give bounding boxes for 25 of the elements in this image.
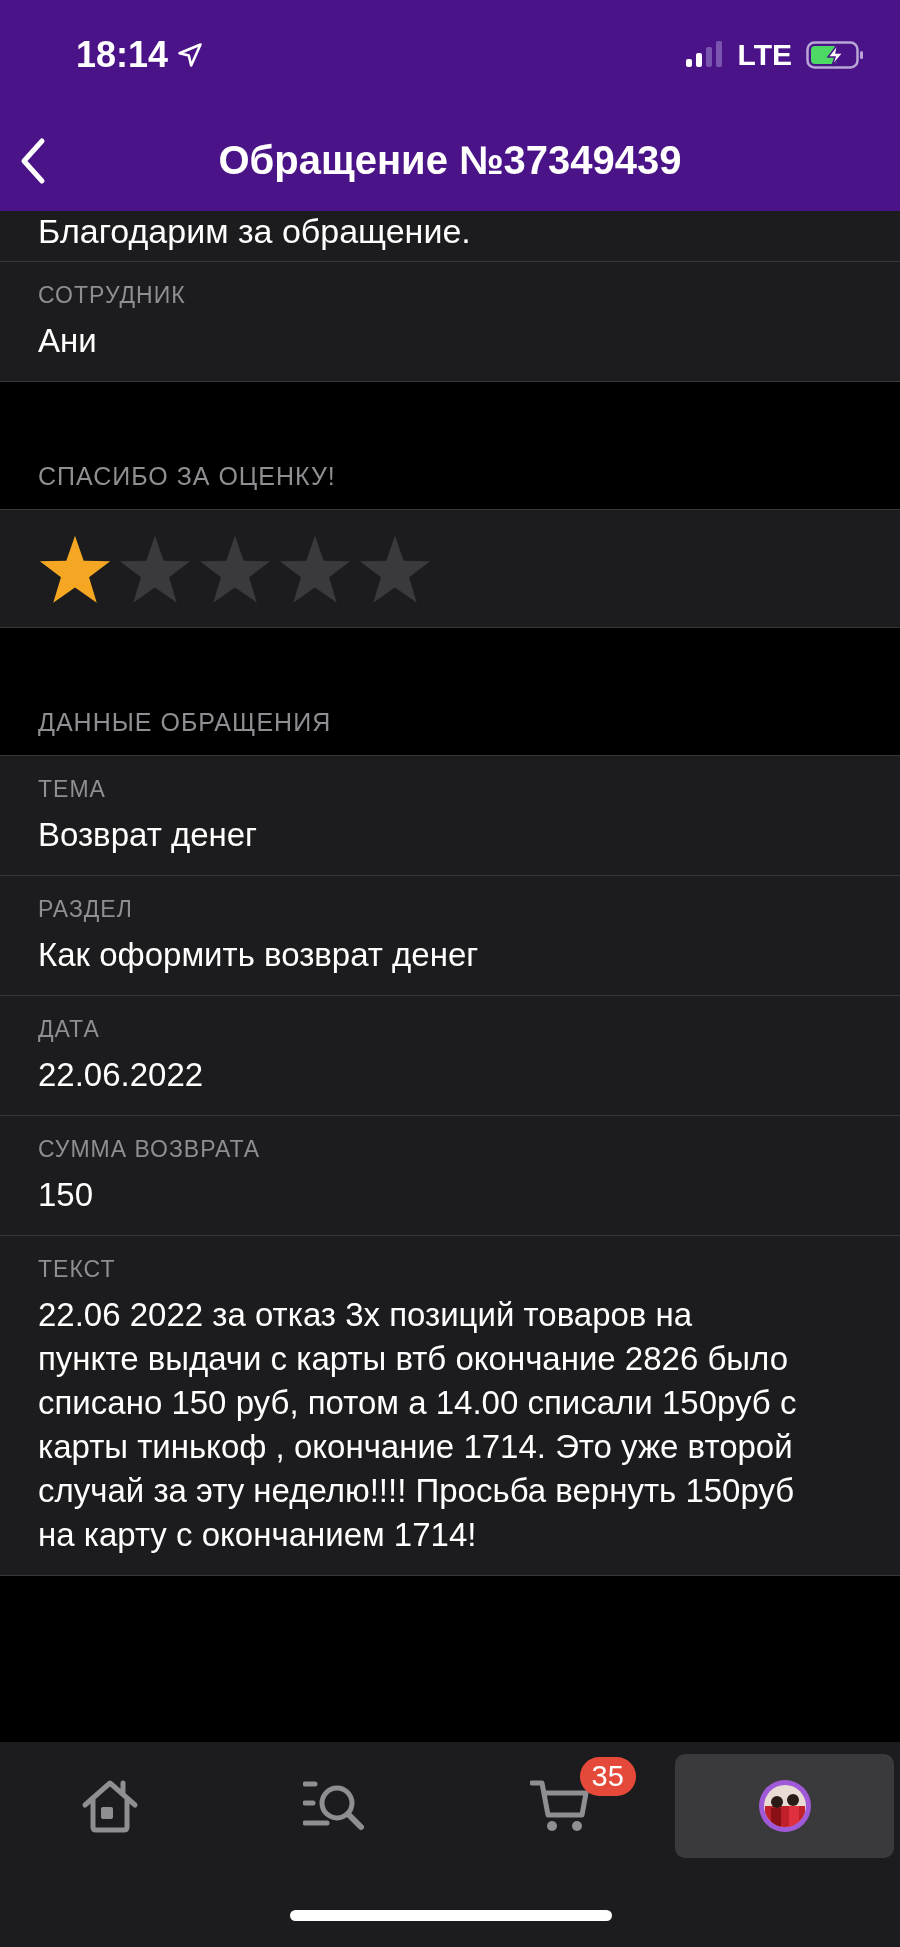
battery-icon — [806, 41, 864, 69]
search-icon — [302, 1779, 367, 1833]
field-label: ТЕКСТ — [38, 1256, 117, 1283]
tab-bar-item[interactable]: 35 — [450, 1754, 669, 1858]
home-icon — [80, 1779, 139, 1833]
field-label: СОТРУДНИК — [38, 282, 187, 309]
field-label: ДАТА — [38, 1016, 101, 1043]
intro-text: Благодарим за обращение. — [38, 212, 471, 251]
field-label: СУММА ВОЗВРАТА — [38, 1136, 262, 1163]
field-label: РАЗДЕЛ — [38, 896, 134, 923]
field-value: Возврат денег — [38, 815, 259, 855]
screen-title: Обращение №37349439 — [218, 138, 682, 183]
signal-icon — [683, 41, 724, 69]
field-value: 22.06.2022 — [38, 1055, 205, 1095]
field-value: 150 — [38, 1175, 95, 1215]
tab-bar-item[interactable] — [675, 1754, 894, 1858]
cart-icon — [529, 1779, 590, 1833]
field-value: 22.06 2022 за отказ 3х позиций товаров на пункте выдачи с карты втб окончание 2826 было списано 150 руб, потом а 14.00 списали 150руб с карты тинькоф , окончание 1714. Это уже второй случай за эту неделю!!!! Просьба вернуть 150руб на карту с окончанием 1714! — [38, 1295, 798, 1555]
field-value: Как оформить возврат денег — [38, 935, 480, 975]
field-label: ТЕМА — [38, 776, 107, 803]
network-type: LTE — [737, 38, 792, 72]
location-arrow-icon — [176, 41, 205, 69]
status-time: 18:14 — [76, 34, 169, 76]
field-value: Ани — [38, 321, 98, 361]
count-badge: 35 — [579, 1757, 636, 1796]
